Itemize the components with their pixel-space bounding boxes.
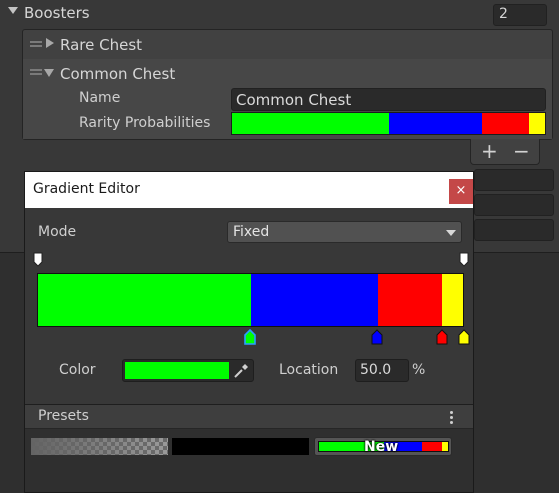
kebab-menu-icon[interactable] — [450, 411, 454, 425]
foldout-right-icon[interactable] — [46, 38, 54, 48]
close-button[interactable]: × — [449, 179, 473, 204]
color-key-marker[interactable] — [458, 329, 470, 345]
list-item-label: Rare Chest — [60, 36, 143, 54]
obscured-field[interactable] — [474, 219, 554, 241]
foldout-down-icon[interactable] — [44, 69, 54, 77]
boosters-count-field[interactable]: 2 — [493, 4, 547, 26]
gradient-editor-window: Gradient Editor × Mode Fixed Color Locat… — [24, 171, 474, 493]
presets-header: Presets — [25, 405, 473, 429]
list-item-rare-chest[interactable]: Rare Chest — [23, 30, 552, 58]
preset-solid-black[interactable] — [172, 438, 309, 455]
lower-panel — [474, 253, 559, 493]
gradient-segment-red — [378, 274, 442, 326]
rarity-segment-green — [232, 113, 389, 134]
rarity-segment-red — [482, 113, 530, 134]
alpha-key-marker[interactable] — [33, 252, 43, 267]
obscured-field[interactable] — [474, 169, 554, 191]
remove-element-button[interactable]: − — [513, 139, 530, 163]
chevron-down-icon — [446, 230, 456, 236]
lower-panel — [0, 253, 24, 493]
color-key-marker[interactable] — [371, 329, 383, 345]
gradient-segment-blue — [250, 274, 378, 326]
window-title: Gradient Editor — [33, 181, 140, 197]
window-titlebar[interactable]: Gradient Editor × — [25, 172, 473, 208]
location-label: Location — [279, 362, 339, 378]
gradient-segment-green — [38, 274, 251, 326]
drag-handle-icon[interactable] — [30, 69, 42, 75]
gradient-segment-yellow — [441, 274, 463, 326]
name-label: Name — [79, 90, 121, 106]
mode-dropdown[interactable]: Fixed — [227, 221, 462, 243]
obscured-field[interactable] — [474, 194, 554, 216]
location-field[interactable]: 50.0 — [355, 359, 409, 382]
eyedropper-icon[interactable] — [231, 361, 251, 380]
percent-label: % — [412, 362, 426, 378]
name-field[interactable]: Common Chest — [231, 88, 546, 111]
mode-label: Mode — [38, 224, 77, 240]
rarity-segment-blue — [388, 113, 483, 134]
color-key-marker-selected[interactable] — [244, 329, 256, 345]
rarity-gradient-field[interactable] — [231, 112, 546, 135]
gradient-preview[interactable] — [37, 273, 464, 327]
mode-value: Fixed — [233, 224, 270, 240]
boosters-label: Boosters — [24, 4, 90, 22]
list-item-label: Common Chest — [60, 65, 176, 83]
color-field[interactable] — [122, 359, 254, 382]
color-swatch[interactable] — [125, 362, 229, 379]
presets-panel: Presets New — [25, 404, 473, 492]
preset-transparent-fade[interactable] — [31, 438, 168, 455]
color-label: Color — [59, 362, 96, 378]
presets-label: Presets — [38, 408, 89, 424]
add-element-button[interactable]: + — [481, 139, 498, 163]
foldout-down-icon[interactable] — [8, 7, 18, 14]
alpha-key-marker[interactable] — [459, 252, 469, 267]
list-add-remove: + − — [470, 139, 540, 165]
rarity-segment-yellow — [529, 113, 545, 134]
preset-new-label: New — [364, 439, 399, 455]
drag-handle-icon[interactable] — [30, 41, 42, 47]
rarity-probabilities-label: Rarity Probabilities — [79, 115, 211, 131]
preset-new[interactable]: New — [314, 437, 452, 456]
color-key-marker[interactable] — [436, 329, 448, 345]
